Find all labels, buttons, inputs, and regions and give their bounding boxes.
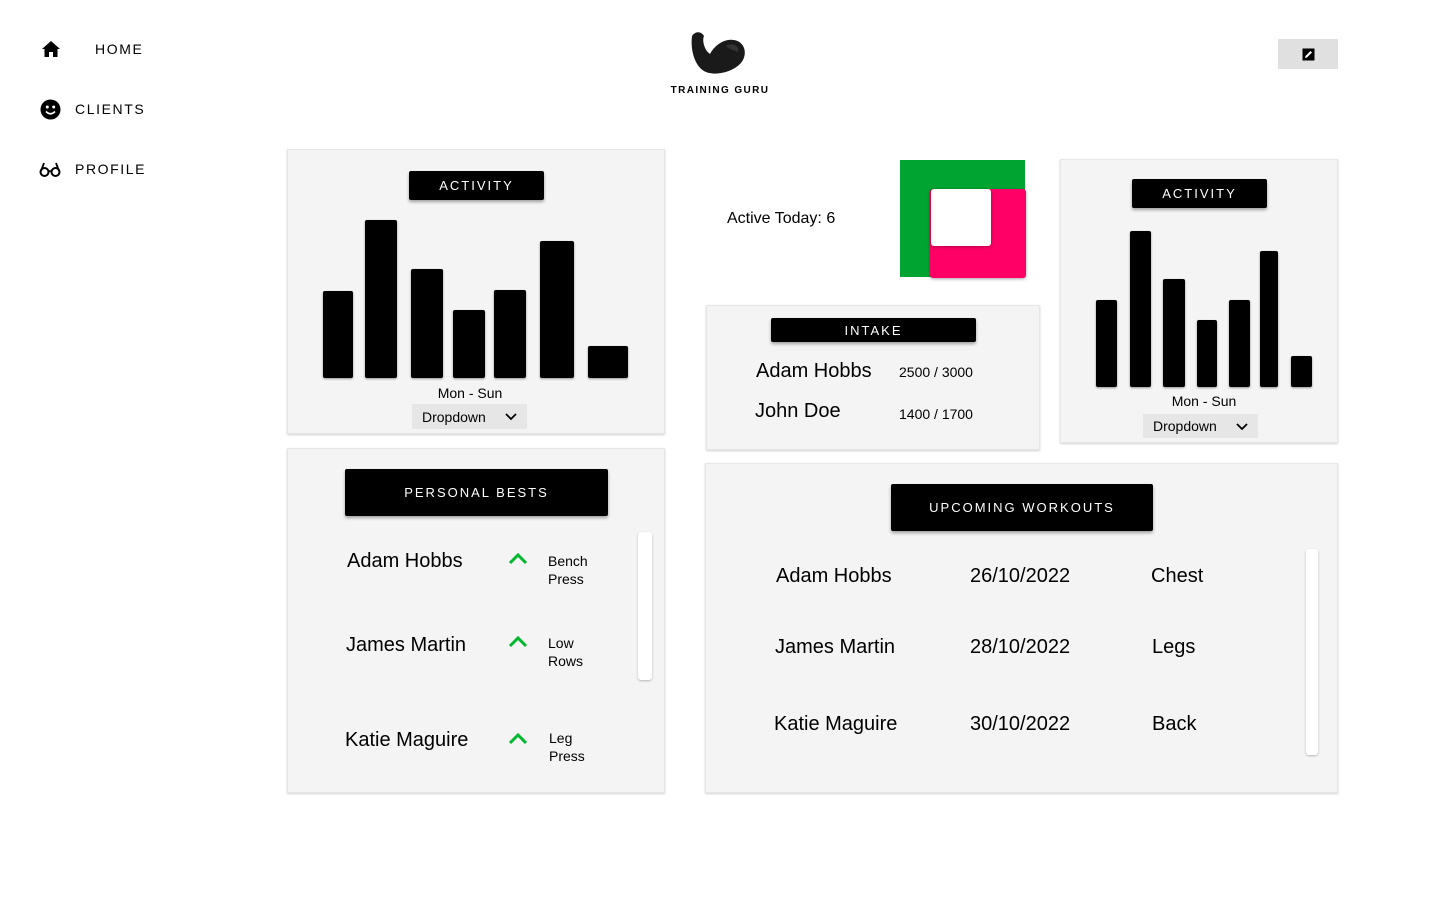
- intake-title: INTAKE: [771, 318, 976, 342]
- activity-bar: [453, 310, 485, 378]
- activity-card: ACTIVITY Mon - Sun Dropdown: [1060, 159, 1338, 443]
- chevron-down-icon: [505, 413, 517, 421]
- workout-type: Chest: [1151, 565, 1204, 587]
- workout-type: Legs: [1152, 636, 1196, 658]
- activity-bar: [588, 346, 628, 378]
- upcoming-workouts-card: UPCOMING WORKOUTS Adam Hobbs 26/10/2022 …: [705, 463, 1338, 793]
- pb-client-name[interactable]: James Martin: [346, 634, 466, 657]
- personal-bests-card: PERSONAL BESTS Adam Hobbs Bench Press Jam…: [287, 448, 665, 793]
- pb-exercise-line: Press: [549, 748, 585, 764]
- intake-value: 2500 / 3000: [899, 364, 973, 380]
- activity-chart: [323, 220, 628, 378]
- intake-value: 1400 / 1700: [899, 406, 973, 422]
- glasses-icon: [39, 158, 61, 180]
- activity-bar: [411, 269, 443, 378]
- activity-dropdown[interactable]: Dropdown: [412, 404, 527, 429]
- sidebar-item-clients[interactable]: CLIENTS: [39, 98, 145, 120]
- active-today-label: Active Today: 6: [727, 210, 836, 227]
- workout-date: 26/10/2022: [970, 565, 1071, 587]
- sidebar-item-label: HOME: [95, 41, 144, 57]
- flexed-arm-icon: [691, 32, 745, 74]
- trend-up-icon: [508, 733, 528, 745]
- active-today-graphic: [900, 160, 1026, 278]
- dropdown-value: Dropdown: [1153, 418, 1217, 434]
- activity-bar: [1260, 251, 1278, 387]
- week-range-label: Mon - Sun: [1171, 393, 1237, 409]
- activity-bar: [540, 241, 574, 378]
- pb-client-name[interactable]: Adam Hobbs: [347, 550, 463, 573]
- pb-exercise-line: Press: [548, 571, 584, 587]
- activity-bar: [365, 220, 397, 378]
- logo-text: TRAINING GURU: [670, 85, 770, 96]
- activity-bar: [1163, 279, 1185, 387]
- smiley-icon: [39, 98, 61, 120]
- pb-client-name[interactable]: Katie Maguire: [345, 729, 468, 752]
- trend-up-icon: [508, 636, 528, 648]
- activity-bar: [1130, 231, 1151, 387]
- edit-icon: [1302, 48, 1314, 60]
- activity-bar: [494, 290, 526, 378]
- pb-exercise: Bench Press: [548, 552, 588, 588]
- workout-client-name[interactable]: James Martin: [775, 636, 895, 659]
- activity-dropdown[interactable]: Dropdown: [1143, 414, 1258, 438]
- white-block: [931, 189, 991, 246]
- sidebar-item-label: CLIENTS: [75, 101, 146, 117]
- app-logo[interactable]: TRAINING GURU: [664, 26, 776, 102]
- activity-bar: [1291, 356, 1312, 387]
- sidebar-item-label: PROFILE: [75, 161, 147, 177]
- personal-bests-title: PERSONAL BESTS: [345, 469, 608, 516]
- workout-client-name[interactable]: Katie Maguire: [774, 713, 897, 736]
- week-range-label: Mon - Sun: [437, 385, 503, 401]
- pb-exercise: Low Rows: [548, 634, 583, 670]
- activity-chart: [1096, 231, 1312, 387]
- activity-bar: [1229, 300, 1250, 387]
- upcoming-workouts-title: UPCOMING WORKOUTS: [891, 484, 1153, 531]
- workout-type: Back: [1152, 713, 1197, 735]
- intake-client-name: Adam Hobbs: [756, 360, 872, 382]
- pb-exercise-line: Leg: [549, 730, 573, 746]
- workout-date: 30/10/2022: [970, 713, 1071, 735]
- activity-bar: [323, 291, 353, 378]
- activity-bar: [1096, 300, 1117, 387]
- intake-card: INTAKE Adam Hobbs 2500 / 3000 John Doe 1…: [706, 305, 1040, 450]
- edit-button[interactable]: [1278, 39, 1338, 69]
- dropdown-value: Dropdown: [422, 408, 486, 425]
- sidebar-item-home[interactable]: HOME: [40, 38, 143, 60]
- pb-exercise-line: Rows: [548, 653, 584, 669]
- pb-exercise-line: Bench: [548, 553, 588, 569]
- workout-date: 28/10/2022: [970, 636, 1071, 658]
- home-icon: [40, 38, 62, 60]
- pb-exercise-line: Low: [548, 635, 574, 651]
- activity-title: ACTIVITY: [1132, 179, 1267, 208]
- activity-bar: [1197, 320, 1217, 387]
- pb-exercise: Leg Press: [549, 729, 585, 765]
- intake-client-name: John Doe: [755, 400, 841, 422]
- workouts-scrollbar[interactable]: [1306, 549, 1318, 755]
- pb-scrollbar[interactable]: [638, 532, 652, 680]
- activity-card: ACTIVITY Mon - Sun Dropdown: [287, 149, 665, 434]
- sidebar-item-profile[interactable]: PROFILE: [39, 158, 146, 180]
- trend-up-icon: [508, 553, 528, 565]
- activity-title: ACTIVITY: [409, 171, 544, 200]
- workout-client-name[interactable]: Adam Hobbs: [776, 565, 892, 588]
- chevron-down-icon: [1236, 423, 1248, 431]
